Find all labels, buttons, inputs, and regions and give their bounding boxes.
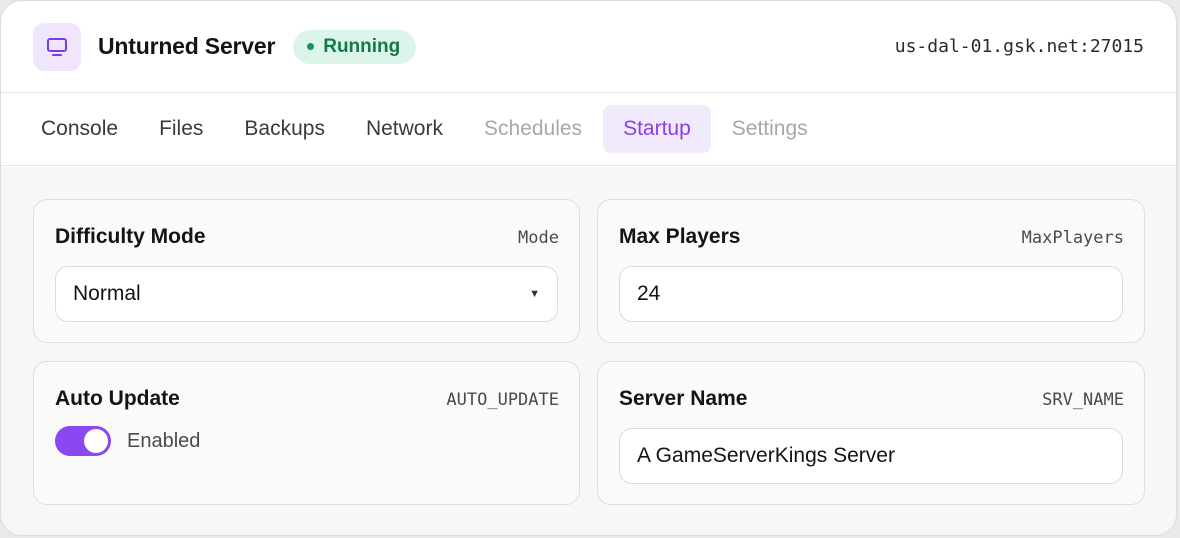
toggle-label: Enabled: [127, 429, 201, 452]
toggle-knob: [84, 429, 108, 453]
tab-bar: Console Files Backups Network Schedules …: [1, 93, 1176, 166]
auto-update-toggle-row: Enabled: [55, 426, 200, 456]
max-players-value: 24: [637, 282, 661, 305]
variable-card-auto-update: Auto Update AUTO_UPDATE Enabled: [33, 361, 580, 505]
variable-title: Max Players: [619, 225, 741, 248]
status-dot-icon: [307, 43, 315, 50]
tab-files[interactable]: Files: [139, 105, 223, 153]
server-header: Unturned Server Running us-dal-01.gsk.ne…: [1, 1, 1176, 93]
server-address: us-dal-01.gsk.net:27015: [894, 36, 1144, 57]
startup-variables: Difficulty Mode Mode Normal ▼ Max Player…: [1, 167, 1176, 535]
variable-title: Auto Update: [55, 387, 180, 410]
tab-network[interactable]: Network: [346, 105, 463, 153]
tab-settings[interactable]: Settings: [712, 105, 828, 153]
server-title: Unturned Server: [98, 33, 276, 59]
variable-title: Difficulty Mode: [55, 225, 206, 248]
variable-env-name: MaxPlayers: [1021, 228, 1124, 248]
variable-card-difficulty: Difficulty Mode Mode Normal ▼: [33, 199, 580, 343]
difficulty-select-value: Normal: [73, 282, 141, 305]
status-label: Running: [323, 35, 401, 57]
variable-card-server-name: Server Name SRV_NAME A GameServerKings S…: [597, 361, 1145, 505]
server-name-input[interactable]: A GameServerKings Server: [619, 428, 1123, 484]
tab-backups[interactable]: Backups: [224, 105, 345, 153]
tab-schedules[interactable]: Schedules: [464, 105, 602, 153]
auto-update-toggle[interactable]: [55, 426, 111, 456]
max-players-input[interactable]: 24: [619, 266, 1123, 322]
difficulty-select[interactable]: Normal ▼: [55, 266, 558, 322]
variable-env-name: AUTO_UPDATE: [446, 390, 559, 410]
variable-env-name: SRV_NAME: [1042, 390, 1124, 410]
tab-startup[interactable]: Startup: [603, 105, 711, 153]
monitor-icon: [33, 22, 81, 71]
server-window: Unturned Server Running us-dal-01.gsk.ne…: [0, 0, 1177, 536]
variable-title: Server Name: [619, 387, 748, 410]
tab-console[interactable]: Console: [21, 105, 138, 153]
caret-down-icon: ▼: [529, 288, 540, 300]
status-badge: Running: [293, 29, 417, 64]
variable-card-max-players: Max Players MaxPlayers 24: [597, 199, 1145, 343]
server-name-value: A GameServerKings Server: [637, 444, 895, 467]
variable-env-name: Mode: [518, 228, 559, 248]
